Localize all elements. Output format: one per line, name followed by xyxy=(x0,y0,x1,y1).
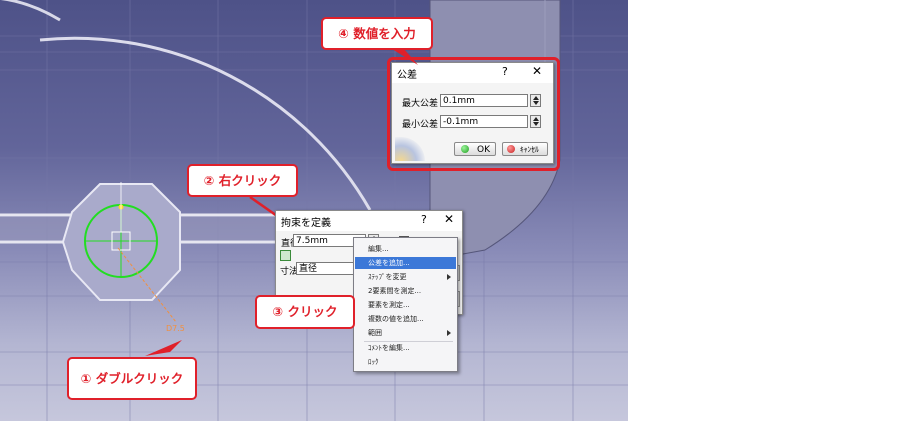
callout-pointer xyxy=(392,49,418,65)
callout-step1: ① ダブルクリック xyxy=(67,357,197,400)
menu-item-measure-between[interactable]: 2要素間を測定... xyxy=(355,285,456,297)
callout-step4: ④ 数値を入力 xyxy=(321,17,433,50)
menu-item-change-step[interactable]: ｽﾃｯﾌﾟを変更 xyxy=(355,271,456,283)
highlight-frame xyxy=(387,57,560,171)
callout-step3: ③ クリック xyxy=(255,295,355,329)
dialog-title: 拘束を定義 xyxy=(281,218,331,229)
submenu-arrow-icon xyxy=(447,274,451,280)
submenu-arrow-icon xyxy=(447,330,451,336)
help-icon[interactable]: ? xyxy=(421,213,427,226)
menu-item-add-tolerance[interactable]: 公差を追加... xyxy=(355,257,456,269)
expand-icon[interactable] xyxy=(280,250,291,261)
menu-item-lock[interactable]: ﾛｯｸ xyxy=(355,356,456,368)
menu-item-edit[interactable]: 編集... xyxy=(355,243,456,255)
menu-item-measure-item[interactable]: 要素を測定... xyxy=(355,299,456,311)
context-menu: 編集... 公差を追加... ｽﾃｯﾌﾟを変更 2要素間を測定... 要素を測定… xyxy=(353,237,458,372)
close-icon[interactable]: ✕ xyxy=(444,212,454,226)
callout-step2: ② 右クリック xyxy=(187,164,298,197)
dialog-titlebar[interactable]: 拘束を定義 ? ✕ xyxy=(276,211,462,231)
dimension-value-label[interactable]: D7.5 xyxy=(166,324,185,333)
dimension-type-select[interactable]: 直径 xyxy=(296,262,356,275)
menu-item-add-multi-value[interactable]: 複数の値を追加... xyxy=(355,313,456,325)
menu-item-range[interactable]: 範囲 xyxy=(355,327,456,339)
menu-item-edit-comment[interactable]: ｺﾒﾝﾄを編集... xyxy=(355,342,456,354)
